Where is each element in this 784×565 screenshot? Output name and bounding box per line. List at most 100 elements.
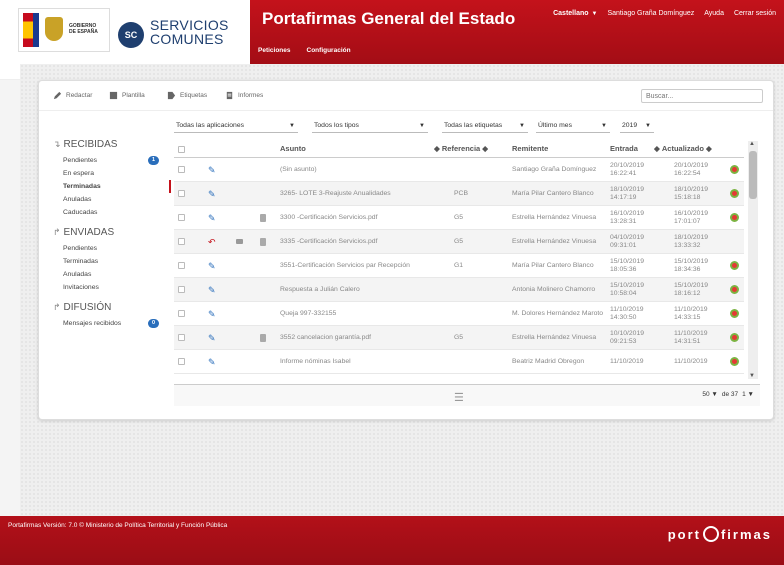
recibidas-title[interactable]: ↴ RECIBIDAS: [53, 139, 165, 150]
broadcast-arrow-icon: ↱: [53, 302, 61, 312]
plantilla-label: Plantilla: [122, 92, 145, 99]
cell-entrada: 04/10/2019 09:31:01: [610, 233, 645, 249]
types-filter[interactable]: Todos los tipos ▼: [312, 119, 428, 133]
table-row[interactable]: ✎ Queja 997-332155 M. Dolores Hernández …: [174, 302, 744, 326]
status-icon[interactable]: [730, 326, 739, 349]
search-input[interactable]: [641, 89, 763, 103]
table-row[interactable]: ✎ Respuesta a Julián Calero Antonia Moli…: [174, 278, 744, 302]
table-scrollbar[interactable]: ▲ ▼: [748, 141, 758, 379]
row-checkbox[interactable]: [178, 206, 185, 229]
menu-peticiones[interactable]: Peticiones: [258, 47, 291, 54]
scroll-down-icon[interactable]: ▼: [749, 373, 755, 379]
cell-actualizado: 20/10/2019 16:22:54: [674, 161, 709, 177]
help-link[interactable]: Ayuda: [704, 10, 724, 17]
gobierno-text: GOBIERNO DE ESPAÑA: [69, 23, 98, 35]
pencil-icon[interactable]: ✎: [208, 350, 216, 373]
period-filter[interactable]: Último mes ▼: [536, 119, 610, 133]
difusion-title[interactable]: ↱ DIFUSIÓN: [53, 302, 165, 313]
document-icon[interactable]: [260, 326, 266, 349]
chevron-down-icon: ▼: [419, 123, 425, 129]
status-icon[interactable]: [730, 350, 739, 373]
column-referencia[interactable]: ◆ Referencia ◆: [434, 141, 488, 157]
pencil-icon[interactable]: ✎: [208, 182, 216, 205]
table-row[interactable]: ✎ (Sin asunto) Santiago Graña Domínguez …: [174, 158, 744, 182]
cell-asunto: 3300 -Certificación Servicios.pdf: [280, 213, 378, 221]
table-row[interactable]: ✎ Informe nóminas Isabel Beatriz Madrid …: [174, 350, 744, 374]
pencil-icon[interactable]: ✎: [208, 206, 216, 229]
pencil-icon[interactable]: ✎: [208, 302, 216, 325]
row-checkbox[interactable]: [178, 254, 185, 277]
cell-actualizado: 18/10/2019 15:18:18: [674, 185, 709, 201]
page-select[interactable]: 1 ▼: [742, 391, 754, 398]
select-all-checkbox[interactable]: [178, 141, 185, 157]
scroll-thumb[interactable]: [749, 151, 757, 199]
status-icon[interactable]: [730, 158, 739, 181]
sidebar-item-enviadas-invitaciones[interactable]: Invitaciones: [53, 281, 165, 294]
pencil-icon[interactable]: ✎: [208, 326, 216, 349]
redactar-button[interactable]: Redactar: [53, 91, 92, 100]
pencil-icon[interactable]: ✎: [208, 278, 216, 301]
document-icon[interactable]: [260, 230, 266, 253]
sidebar-item-enviadas-pendientes[interactable]: Pendientes: [53, 242, 165, 255]
row-checkbox[interactable]: [178, 230, 185, 253]
menu-lines-icon[interactable]: ☰: [454, 391, 464, 404]
chevron-down-icon: ▼: [591, 11, 598, 17]
column-remitente[interactable]: Remitente: [512, 141, 548, 157]
cell-asunto: (Sin asunto): [280, 165, 317, 173]
sidebar-item-recibidas-caducadas[interactable]: Caducadas: [53, 206, 165, 219]
row-checkbox[interactable]: [178, 158, 185, 181]
table-row[interactable]: ✎ 3265- LOTE 3-Reajuste Anualidades PCB …: [174, 182, 744, 206]
tags-filter[interactable]: Todas las etiquetas ▼: [442, 119, 528, 133]
status-icon[interactable]: [730, 182, 739, 205]
row-checkbox[interactable]: [178, 278, 185, 301]
sidebar-item-recibidas-terminadas[interactable]: Terminadas: [53, 180, 171, 193]
scroll-up-icon[interactable]: ▲: [749, 141, 755, 147]
pencil-icon[interactable]: ✎: [208, 158, 216, 181]
enviadas-title[interactable]: ↱ ENVIADAS: [53, 227, 165, 238]
cell-actualizado: 11/10/2019 14:31:51: [674, 329, 708, 345]
sidebar-item-enviadas-anuladas[interactable]: Anuladas: [53, 268, 165, 281]
sidebar-item-recibidas-pendientes[interactable]: Pendientes 1: [53, 154, 165, 167]
sidebar-item-recibidas-en-espera[interactable]: En espera: [53, 167, 165, 180]
status-icon[interactable]: [730, 302, 739, 325]
sidebar-item-mensajes-recibidos[interactable]: Mensajes recibidos 0: [53, 317, 165, 330]
chevron-down-icon: ▼: [645, 123, 651, 129]
sidebar-item-recibidas-anuladas[interactable]: Anuladas: [53, 193, 165, 206]
comment-icon[interactable]: [236, 230, 243, 253]
language-select[interactable]: Castellano ▼: [553, 10, 597, 17]
row-checkbox[interactable]: [178, 182, 185, 205]
return-icon[interactable]: ↶: [208, 230, 216, 253]
table-row[interactable]: ✎ 3552 cancelacion garantía.pdf G5 Estre…: [174, 326, 744, 350]
cell-remitente: Santiago Graña Domínguez: [512, 165, 597, 173]
table-row[interactable]: ✎ 3551-Certificación Servicios par Recep…: [174, 254, 744, 278]
status-icon[interactable]: [730, 278, 739, 301]
row-checkbox[interactable]: [178, 350, 185, 373]
row-checkbox[interactable]: [178, 302, 185, 325]
sidebar-item-enviadas-terminadas[interactable]: Terminadas: [53, 255, 165, 268]
page-of-label: de 37: [721, 391, 739, 398]
column-entrada[interactable]: Entrada: [610, 141, 638, 157]
document-icon[interactable]: [260, 206, 266, 229]
status-icon[interactable]: [730, 254, 739, 277]
informes-button[interactable]: Informes: [225, 91, 263, 100]
status-icon[interactable]: [730, 206, 739, 229]
pencil-icon[interactable]: ✎: [208, 254, 216, 277]
column-actualizado[interactable]: ◆ Actualizado ◆: [654, 141, 712, 157]
column-asunto[interactable]: Asunto: [280, 141, 306, 157]
enviadas-section: ↱ ENVIADAS Pendientes Terminadas Anuladas…: [53, 227, 165, 294]
cell-actualizado: 11/10/2019: [674, 357, 708, 365]
user-name[interactable]: Santiago Graña Domínguez: [607, 10, 694, 17]
menu-configuracion[interactable]: Configuración: [307, 47, 351, 54]
logout-link[interactable]: Cerrar sesión: [734, 10, 776, 17]
year-filter[interactable]: 2019 ▼: [620, 119, 654, 133]
page-size-select[interactable]: 50 ▼: [702, 391, 717, 398]
table-row[interactable]: ✎ 3300 -Certificación Servicios.pdf G5 E…: [174, 206, 744, 230]
row-checkbox[interactable]: [178, 326, 185, 349]
informes-label: Informes: [238, 92, 264, 99]
table-row[interactable]: ↶ 3335 -Certificación Servicios.pdf G5 E…: [174, 230, 744, 254]
cell-asunto: 3551-Certificación Servicios par Recepci…: [280, 261, 410, 269]
plantilla-button[interactable]: Plantilla: [109, 91, 145, 100]
apps-filter[interactable]: Todas las aplicaciones ▼: [174, 119, 298, 133]
etiquetas-button[interactable]: Etiquetas: [167, 91, 207, 100]
cell-entrada: 15/10/2019 10:58:04: [610, 281, 645, 297]
